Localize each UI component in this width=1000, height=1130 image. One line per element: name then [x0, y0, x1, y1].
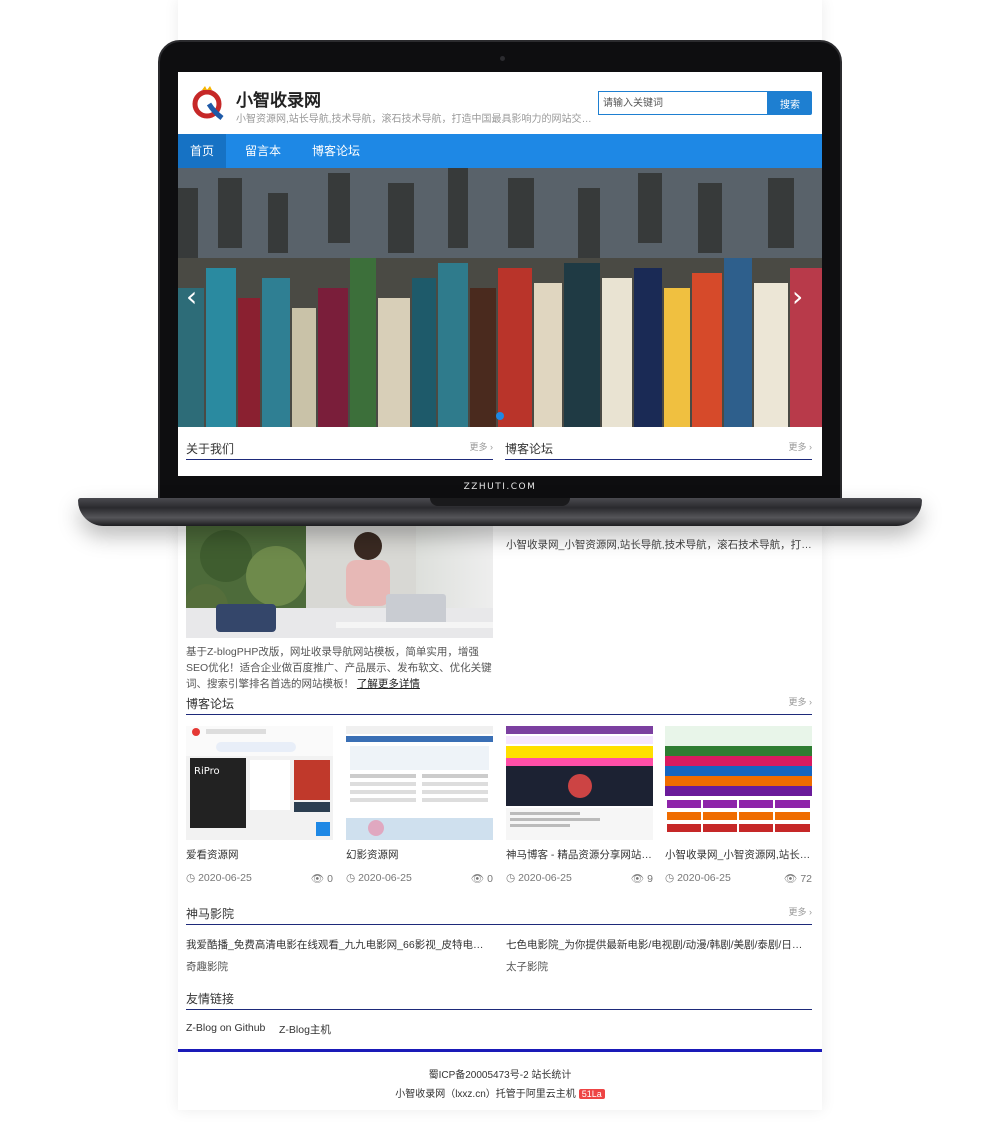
laptop-notch [430, 498, 570, 506]
movies-section-header: 神马影院 更多 › [186, 903, 812, 925]
about-side-item[interactable]: 小智收录网_小智资源网,站长导航,技术导航，滚石技术导航，打造中国... [506, 537, 812, 552]
nav-item-blog[interactable]: 博客论坛 [300, 134, 372, 168]
blog-card-date: ◷ 2020-06-25 [506, 872, 572, 884]
blog-card-views: 👁 9 [630, 873, 653, 885]
nav-item-home[interactable]: 首页 [178, 134, 227, 168]
blog-card-views: 👁 72 [784, 873, 812, 885]
footer-icp[interactable]: 蜀ICP备20005473号-2 站长统计 [178, 1066, 822, 1081]
blog-card-views: 👁 0 [310, 873, 333, 885]
blog-card[interactable]: 神马博客 - 精品资源分享网站，... ◷ 2020-06-25 👁 9 [506, 726, 653, 891]
laptop-screen: 小智收录网 小智资源网,站长导航,技术导航，滚石技术导航，打造中国最具影响力的网… [178, 72, 822, 476]
blog-cards: RiPro 爱看资源网 ◷ 2020-06-25 👁 0 幻影资源网 ◷ 202… [186, 726, 812, 891]
friends-section-title: 友情链接 [186, 992, 235, 1006]
movie-item-sub[interactable]: 太子影院 [506, 959, 548, 974]
nav-item-guestbook[interactable]: 留言本 [233, 134, 293, 168]
blog-card-title[interactable]: 小智收录网_小智资源网,站长导... [665, 847, 812, 862]
laptop-base: ZZHUTI.COM [78, 482, 922, 526]
laptop-bezel: 小智收录网 小智资源网,站长导航,技术导航，滚石技术导航，打造中国最具影响力的网… [158, 40, 842, 500]
site-description: 小智资源网,站长导航,技术导航，滚石技术导航，打造中国最具影响力的网站交流和..… [236, 114, 596, 125]
about-section-header: 关于我们 更多 › [186, 438, 493, 460]
blog-card-date: ◷ 2020-06-25 [346, 872, 412, 884]
movie-item-title[interactable]: 七色电影院_为你提供最新电影/电视剧/动漫/韩剧/美剧/泰剧/日剧/下... [506, 937, 812, 952]
footer-host: 小智收录网（lxxz.cn）托管于阿里云主机 51La [178, 1085, 822, 1100]
site-logo[interactable] [192, 84, 224, 120]
friend-link[interactable]: Z-Blog主机 [279, 1022, 331, 1037]
blog-card-thumbnail[interactable] [346, 726, 493, 840]
stats-badge[interactable]: 51La [578, 1089, 605, 1099]
blog-card[interactable]: 小智收录网_小智资源网,站长导... ◷ 2020-06-25 👁 72 [665, 726, 812, 891]
search-button[interactable]: 搜索 [768, 91, 812, 115]
friend-link[interactable]: Z-Blog on Github [186, 1022, 265, 1034]
blog-card-title[interactable]: 幻影资源网 [346, 847, 493, 862]
movies-section-title: 神马影院 [186, 907, 235, 921]
blog-card-title[interactable]: 爱看资源网 [186, 847, 333, 862]
books-image [178, 168, 822, 427]
svg-text:RiPro: RiPro [194, 766, 220, 777]
search-input[interactable] [598, 91, 768, 115]
blog-card-thumbnail[interactable] [665, 726, 812, 840]
friends-section-header: 友情链接 [186, 988, 812, 1010]
blog-card[interactable]: 幻影资源网 ◷ 2020-06-25 👁 0 [346, 726, 493, 891]
blog-screen-section-title: 博客论坛 [505, 442, 554, 456]
chevron-right-icon[interactable]: › [792, 280, 803, 313]
footer-host-text: 小智收录网（lxxz.cn）托管于阿里云主机 [395, 1089, 576, 1100]
main-nav: 首页 留言本 博客论坛 [178, 134, 822, 168]
camera-icon [500, 56, 505, 61]
blog-card-date: ◷ 2020-06-25 [665, 872, 731, 884]
blog-screen-section-header: 博客论坛 更多 › [505, 438, 812, 460]
blog-section-title: 博客论坛 [186, 697, 235, 711]
about-section-title: 关于我们 [186, 442, 235, 456]
eye-icon: 👁 [310, 873, 325, 885]
about-more-link[interactable]: 更多 › [470, 440, 494, 453]
blog-card-thumbnail[interactable] [506, 726, 653, 840]
chevron-left-icon[interactable]: ‹ [186, 280, 197, 313]
blog-card-views: 👁 0 [470, 873, 493, 885]
eye-icon: 👁 [630, 873, 645, 885]
about-description: 基于Z-blogPHP改版，网址收录导航网站模板，简单实用，增强SEO优化！适合… [186, 644, 493, 692]
movie-item-sub[interactable]: 奇趣影院 [186, 959, 228, 974]
about-image[interactable] [186, 526, 493, 638]
slider-dot[interactable] [496, 412, 504, 420]
site-title[interactable]: 小智收录网 [236, 86, 321, 111]
footer-divider [178, 1049, 822, 1052]
about-more-link[interactable]: 了解更多详情 [357, 678, 420, 690]
blog-card-title[interactable]: 神马博客 - 精品资源分享网站，... [506, 847, 653, 862]
movies-more-link[interactable]: 更多 › [789, 905, 813, 918]
blog-more-link[interactable]: 更多 › [789, 695, 813, 708]
about-text: 基于Z-blogPHP改版，网址收录导航网站模板，简单实用，增强SEO优化！适合… [186, 646, 492, 690]
blog-card-date: ◷ 2020-06-25 [186, 872, 252, 884]
blog-section-header: 博客论坛 更多 › [186, 693, 812, 715]
laptop-label: ZZHUTI.COM [463, 482, 537, 492]
eye-icon: 👁 [470, 873, 485, 885]
movie-item-title[interactable]: 我爱酷播_免费高清电影在线观看_九九电影网_66影视_皮特电影皮特影... [186, 937, 492, 952]
blog-card[interactable]: RiPro 爱看资源网 ◷ 2020-06-25 👁 0 [186, 726, 333, 891]
blog-screen-more-link[interactable]: 更多 › [789, 440, 813, 453]
hero-slider[interactable]: ‹ › [178, 168, 822, 427]
site-header: 小智收录网 小智资源网,站长导航,技术导航，滚石技术导航，打造中国最具影响力的网… [178, 72, 822, 134]
eye-icon: 👁 [784, 873, 798, 885]
blog-card-thumbnail[interactable]: RiPro [186, 726, 333, 840]
